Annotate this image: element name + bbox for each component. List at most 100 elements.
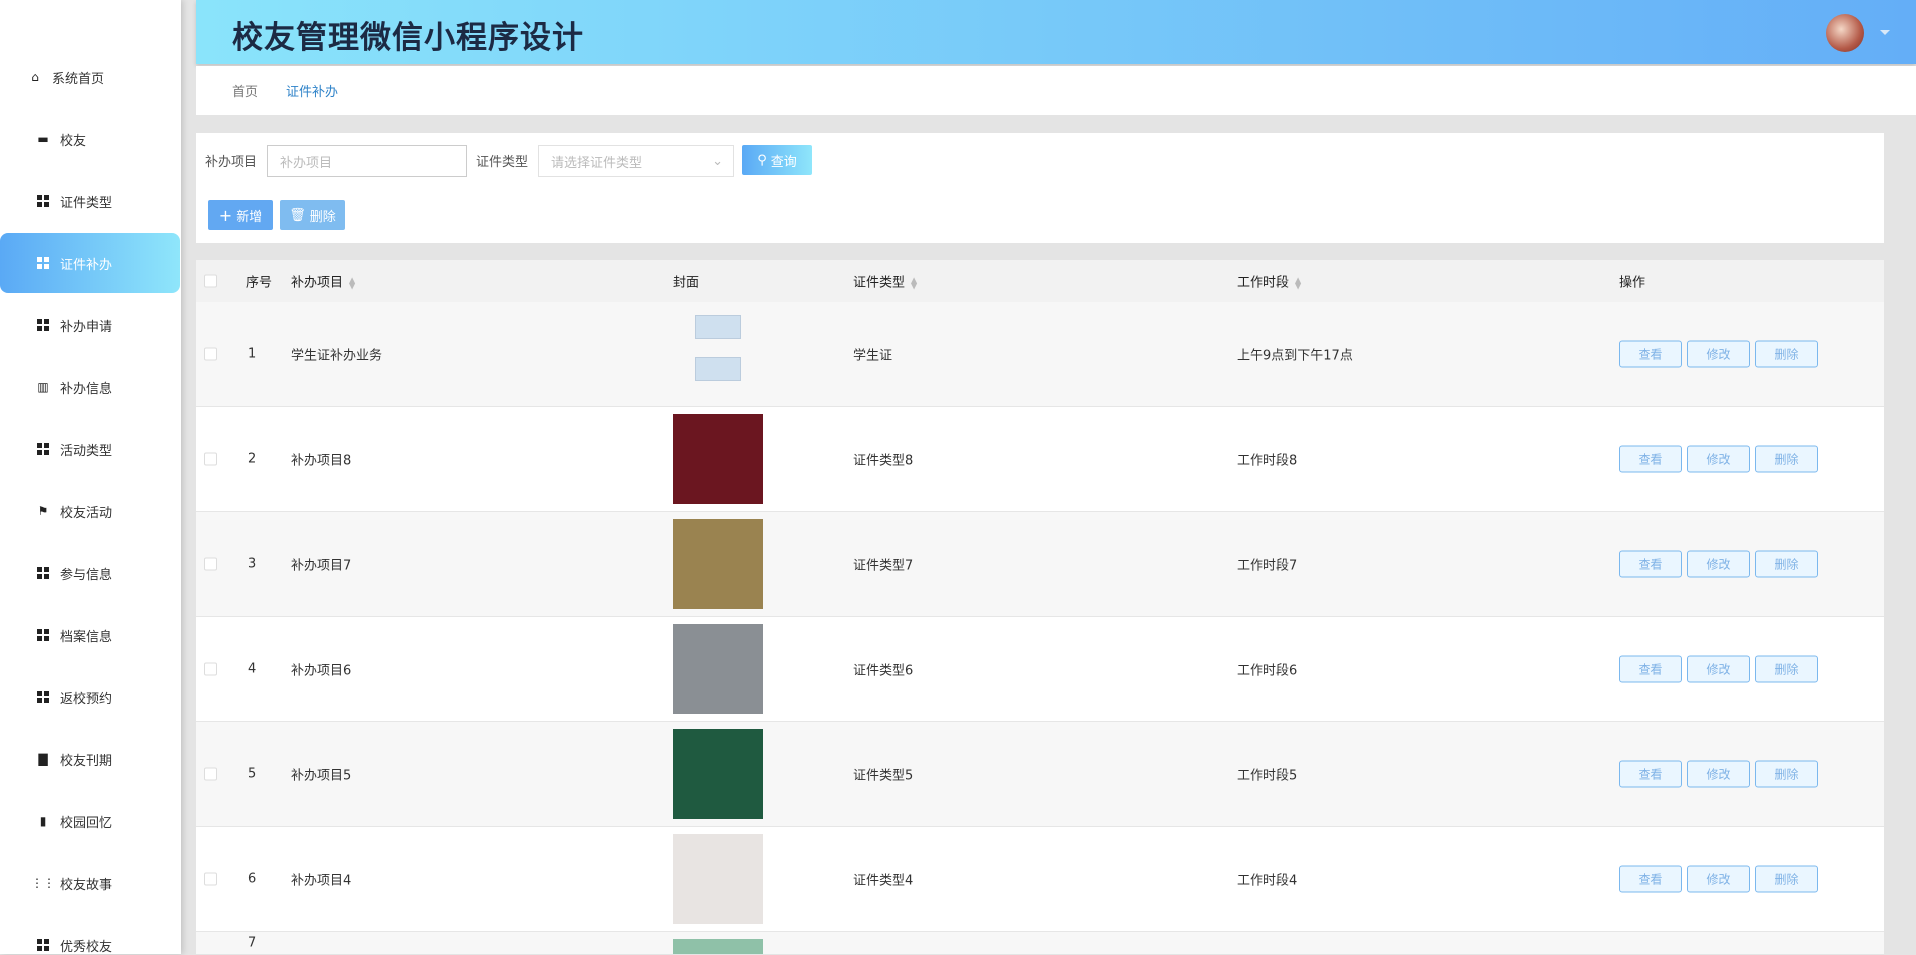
- sidebar: ⌂ 系统首页 ▬ 校友证件类型证件补办补办申请 ▥ 补办信息活动类型 ⚑ 校友活动参与信息档案…: [0, 0, 181, 955]
- header-time[interactable]: 工作时段 ▲ ▼: [1237, 272, 1301, 291]
- row-checkbox[interactable]: [204, 662, 217, 676]
- batch-delete-button[interactable]: 🗑 删除: [280, 200, 345, 230]
- header-cover: 封面: [673, 275, 700, 291]
- sidebar-item-1[interactable]: ⌂ 系统首页: [0, 69, 180, 87]
- delete-button[interactable]: 删除: [1755, 550, 1818, 578]
- cover-image[interactable]: [673, 834, 763, 924]
- sidebar-item-label: 校友刊期: [60, 753, 113, 769]
- row-time: 工作时段4: [1237, 873, 1298, 889]
- cover-image[interactable]: [673, 519, 763, 609]
- view-button[interactable]: 查看: [1619, 550, 1682, 578]
- item-search-input[interactable]: 补办项目: [267, 145, 467, 177]
- sidebar-item-label: 档案信息: [60, 629, 113, 645]
- delete-button[interactable]: 删除: [1755, 760, 1818, 788]
- table-header: 序号 补办项目 ▲ ▼ 封面 证件类型 ▲ ▼ 工作时段 ▲ ▼ 操作: [196, 260, 1884, 302]
- sidebar-item-label: 证件类型: [60, 195, 113, 211]
- sidebar-item-3[interactable]: 证件类型: [0, 193, 180, 211]
- query-button[interactable]: ⚲ 查询: [742, 145, 812, 175]
- header-type-label: 证件类型: [853, 275, 906, 291]
- plus-icon: +: [218, 205, 233, 225]
- select-all-checkbox[interactable]: [204, 274, 217, 288]
- user-avatar[interactable]: [1826, 14, 1864, 52]
- delete-button[interactable]: 删除: [1755, 445, 1818, 473]
- cover-image[interactable]: [673, 414, 763, 504]
- row-type: 证件类型7: [853, 558, 914, 574]
- view-button[interactable]: 查看: [1619, 760, 1682, 788]
- chevron-down-icon: ⌄: [712, 153, 723, 169]
- row-index: 1: [248, 346, 257, 362]
- row-index: 5: [248, 766, 257, 782]
- row-time: 工作时段8: [1237, 453, 1298, 469]
- view-button[interactable]: 查看: [1619, 655, 1682, 683]
- sort-icon[interactable]: ▲ ▼: [349, 276, 355, 290]
- header-item-label: 补办项目: [291, 275, 344, 291]
- grid-icon: [36, 442, 50, 456]
- delete-button[interactable]: 删除: [1755, 340, 1818, 368]
- sort-icon[interactable]: ▲ ▼: [1295, 276, 1301, 290]
- header-item[interactable]: 补办项目 ▲ ▼: [291, 272, 355, 291]
- table-body: 1 学生证补办业务 学生证 上午9点到下午17点 查看 修改 删除 2 补办项目8 证件类型8 工作…: [196, 302, 1884, 954]
- type-select[interactable]: 请选择证件类型 ⌄: [538, 145, 734, 177]
- sidebar-item-4[interactable]: 证件补办: [0, 233, 180, 293]
- cover-image[interactable]: [673, 939, 763, 954]
- sidebar-item-11[interactable]: 返校预约: [0, 689, 180, 707]
- breadcrumb-home[interactable]: 首页: [232, 81, 258, 100]
- row-type: 证件类型6: [853, 663, 914, 679]
- chevron-down-icon[interactable]: [1880, 30, 1890, 40]
- sidebar-item-2[interactable]: ▬ 校友: [0, 131, 180, 149]
- sidebar-item-label: 参与信息: [60, 567, 113, 583]
- cover-image[interactable]: [673, 309, 763, 399]
- sidebar-item-15[interactable]: 优秀校友: [0, 937, 180, 955]
- sidebar-item-label: 系统首页: [52, 71, 105, 87]
- row-time: 工作时段6: [1237, 663, 1298, 679]
- sidebar-item-8[interactable]: ⚑ 校友活动: [0, 503, 180, 521]
- row-checkbox[interactable]: [204, 452, 217, 466]
- add-button[interactable]: + 新增: [208, 200, 273, 230]
- row-checkbox[interactable]: [204, 872, 217, 886]
- cover-image[interactable]: [673, 729, 763, 819]
- sidebar-item-7[interactable]: 活动类型: [0, 441, 180, 459]
- grid-icon: [36, 690, 50, 704]
- delete-button[interactable]: 删除: [1755, 865, 1818, 893]
- table-row: 2 补办项目8 证件类型8 工作时段8 查看 修改 删除: [196, 407, 1884, 512]
- row-index: 6: [248, 871, 257, 887]
- view-button[interactable]: 查看: [1619, 340, 1682, 368]
- view-button[interactable]: 查看: [1619, 865, 1682, 893]
- sidebar-item-label: 补办信息: [60, 381, 113, 397]
- briefcase-icon: ▬: [37, 132, 49, 146]
- edit-button[interactable]: 修改: [1687, 445, 1750, 473]
- sidebar-item-9[interactable]: 参与信息: [0, 565, 180, 583]
- row-type: 证件类型4: [853, 873, 914, 889]
- row-item: 补办项目8: [291, 453, 352, 469]
- sort-icon[interactable]: ▲ ▼: [911, 276, 917, 290]
- sidebar-item-12[interactable]: ▇ 校友刊期: [0, 751, 180, 769]
- cover-image[interactable]: [673, 624, 763, 714]
- sidebar-item-13[interactable]: ▮ 校园回忆: [0, 813, 180, 831]
- sidebar-item-label: 优秀校友: [60, 939, 113, 955]
- row-type: 证件类型5: [853, 768, 914, 784]
- library-icon: ▮: [39, 814, 47, 828]
- row-checkbox[interactable]: [204, 767, 217, 781]
- sidebar-item-5[interactable]: 补办申请: [0, 317, 180, 335]
- view-button[interactable]: 查看: [1619, 445, 1682, 473]
- edit-button[interactable]: 修改: [1687, 550, 1750, 578]
- edit-button[interactable]: 修改: [1687, 760, 1750, 788]
- sidebar-item-14[interactable]: ⋮⋮ 校友故事: [0, 875, 180, 893]
- trash-icon: 🗑: [289, 207, 306, 223]
- row-checkbox[interactable]: [204, 557, 217, 571]
- grid-icon: [36, 256, 50, 270]
- header-ops: 操作: [1619, 275, 1646, 291]
- edit-button[interactable]: 修改: [1687, 655, 1750, 683]
- sidebar-item-label: 返校预约: [60, 691, 113, 707]
- edit-button[interactable]: 修改: [1687, 340, 1750, 368]
- delete-button[interactable]: 删除: [1755, 655, 1818, 683]
- sidebar-item-10[interactable]: 档案信息: [0, 627, 180, 645]
- header-type[interactable]: 证件类型 ▲ ▼: [853, 272, 917, 291]
- row-checkbox[interactable]: [204, 347, 217, 361]
- table-row: 6 补办项目4 证件类型4 工作时段4 查看 修改 删除: [196, 827, 1884, 932]
- sidebar-item-6[interactable]: ▥ 补办信息: [0, 379, 180, 397]
- edit-button[interactable]: 修改: [1687, 865, 1750, 893]
- type-select-placeholder: 请选择证件类型: [551, 155, 643, 171]
- row-time: 工作时段5: [1237, 768, 1298, 784]
- header-index: 序号: [246, 275, 273, 291]
